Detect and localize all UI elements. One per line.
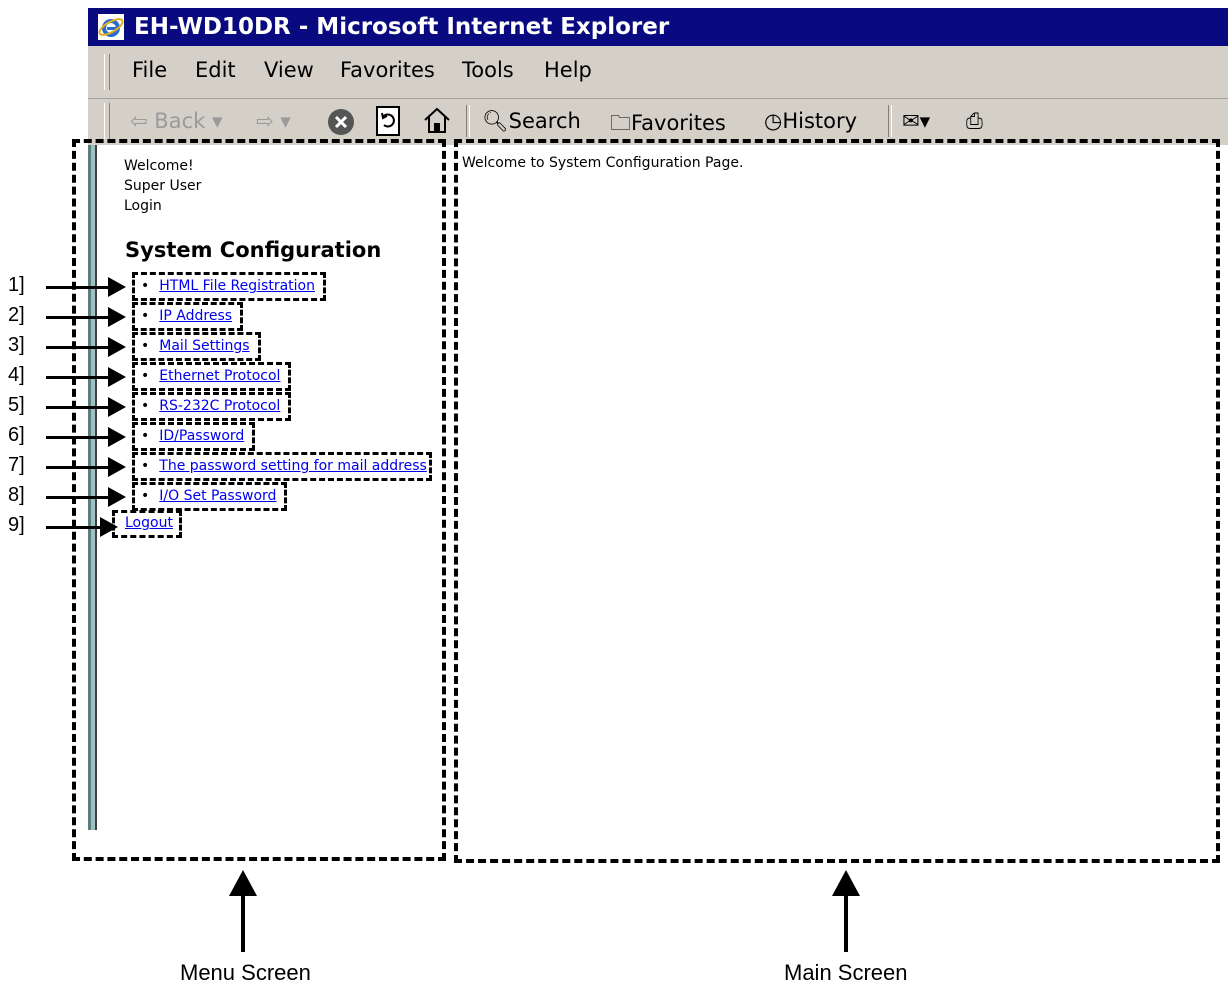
callout-2: 2] (8, 304, 25, 326)
toolbar-separator (888, 105, 892, 137)
callout-1: 1] (8, 274, 25, 296)
callout-arrowhead (100, 517, 118, 537)
forward-arrow-icon: ⇨ (256, 109, 274, 133)
forward-dropdown-icon: ▾ (280, 109, 291, 133)
menu-view[interactable]: View (264, 58, 314, 82)
menu-tools[interactable]: Tools (462, 58, 514, 82)
callout-arrowhead (108, 487, 126, 507)
callout-arrow (46, 316, 110, 319)
mail-icon: ✉ (902, 109, 920, 133)
callout-arrow (46, 496, 110, 499)
menu-help[interactable]: Help (544, 58, 592, 82)
callout-4: 4] (8, 364, 25, 386)
menu-favorites[interactable]: Favorites (340, 58, 435, 82)
callout-9: 9] (8, 514, 25, 536)
forward-button[interactable]: ⇨ ▾ (256, 109, 291, 133)
callout-arrow (46, 346, 110, 349)
history-clock-icon: ◷ (764, 109, 783, 133)
main-screen-arrow (844, 892, 848, 952)
back-button[interactable]: ⇦ Back ▾ (130, 109, 223, 133)
menu-bar: File Edit View Favorites Tools Help (88, 46, 1228, 99)
print-icon: ⎙ (966, 109, 983, 133)
home-icon[interactable] (422, 105, 452, 135)
callout-arrow (46, 406, 110, 409)
main-screen-caption: Main Screen (784, 960, 908, 985)
main-screen-outline (454, 139, 1220, 863)
callout-arrow (46, 376, 110, 379)
print-button[interactable]: ⎙ (966, 109, 983, 134)
history-button[interactable]: ◷History (764, 109, 857, 133)
menu-screen-outline (72, 139, 446, 861)
menu-file[interactable]: File (132, 58, 167, 82)
back-arrow-icon: ⇦ (130, 109, 148, 133)
callout-8: 8] (8, 484, 25, 506)
internet-explorer-icon (98, 14, 124, 40)
window-title: EH-WD10DR - Microsoft Internet Explorer (134, 14, 670, 40)
menu-edit[interactable]: Edit (195, 58, 236, 82)
mail-dropdown-icon: ▾ (919, 109, 931, 133)
back-dropdown-icon: ▾ (211, 109, 223, 133)
callout-arrowhead (108, 367, 126, 387)
callout-arrowhead (108, 397, 126, 417)
callout-5: 5] (8, 394, 25, 416)
menu-screen-arrow (241, 892, 245, 952)
refresh-icon[interactable] (374, 105, 402, 137)
callout-arrowhead (108, 427, 126, 447)
toolbar-separator (466, 105, 470, 137)
callout-arrowhead (108, 277, 126, 297)
callout-arrowhead (108, 457, 126, 477)
callout-arrow (46, 436, 110, 439)
callout-arrowhead (108, 337, 126, 357)
callout-3: 3] (8, 334, 25, 356)
search-icon: 🔍︎ (482, 109, 509, 133)
menubar-grip (104, 54, 110, 90)
toolbar-grip (104, 103, 110, 139)
stop-icon[interactable] (326, 107, 356, 137)
callout-arrow (46, 466, 110, 469)
callout-7: 7] (8, 454, 25, 476)
mail-button[interactable]: ✉▾ (902, 109, 930, 133)
callout-arrow (46, 286, 110, 289)
menu-screen-caption: Menu Screen (180, 960, 311, 985)
callout-6: 6] (8, 424, 25, 446)
callout-arrowhead (108, 307, 126, 327)
favorites-folder-icon: 🗀 (610, 111, 631, 135)
callout-arrow (46, 526, 102, 529)
title-bar: EH-WD10DR - Microsoft Internet Explorer (88, 8, 1228, 46)
search-button[interactable]: 🔍︎Search (482, 109, 581, 134)
